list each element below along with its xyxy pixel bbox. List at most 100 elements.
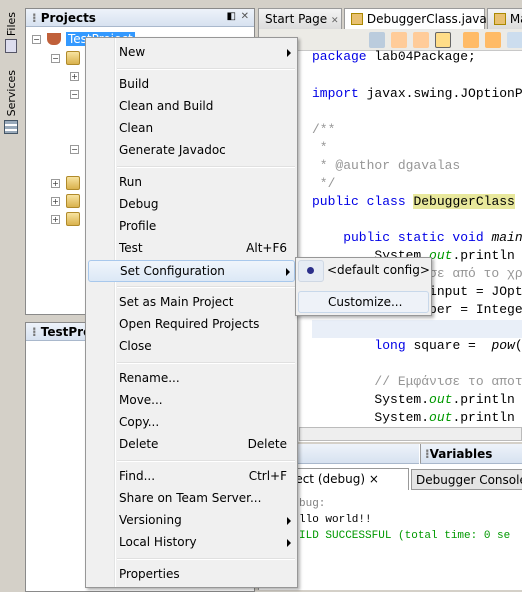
code-line: * @author dgavalas <box>312 157 460 175</box>
tab-main[interactable]: Ma <box>487 8 522 29</box>
close-icon[interactable]: ✕ <box>331 16 339 26</box>
menu-item-profile[interactable]: Profile <box>88 216 295 238</box>
menu-item-delete[interactable]: Delete Delete <box>88 434 295 456</box>
editor-tabs: Start Page ✕ DebuggerClass.java ✕ Ma <box>258 8 522 29</box>
menu-item-label: Find... <box>119 469 156 483</box>
code-token: * @author dgavalas <box>312 158 461 173</box>
code-line: /** <box>312 121 335 139</box>
tab-label: Debugger Console <box>416 473 522 487</box>
menu-separator <box>117 166 295 168</box>
code-token: * <box>312 140 328 155</box>
expand-toggle[interactable]: + <box>51 179 60 188</box>
horizontal-scrollbar[interactable] <box>299 427 522 441</box>
menu-item-move[interactable]: Move... <box>88 390 295 412</box>
output-line: ILD SUCCESSFUL (total time: 0 se <box>299 530 511 542</box>
menu-item-customize[interactable]: Customize... <box>298 291 429 313</box>
tab-start-page[interactable]: Start Page ✕ <box>258 8 342 29</box>
code-token: package <box>312 49 367 64</box>
menu-item-run[interactable]: Run <box>88 172 295 194</box>
projects-header: ⁝ Projects ◧ ✕ <box>26 9 254 27</box>
menu-item-label: Copy... <box>119 415 160 429</box>
next-bookmark-icon[interactable] <box>485 32 501 48</box>
menu-separator <box>117 558 295 560</box>
toggle-highlight-icon[interactable] <box>435 32 451 48</box>
collapse-toggle[interactable]: − <box>32 35 41 44</box>
output-line: bug: <box>299 498 326 510</box>
code-token: javax.swing.JOptionP <box>366 86 522 101</box>
variables-panel-header[interactable]: ⁝Variables <box>420 444 522 464</box>
code-token: .println <box>452 410 515 425</box>
current-line-highlight <box>312 320 522 338</box>
menu-item-open-required-projects[interactable]: Open Required Projects <box>88 314 295 336</box>
menu-item-share-on-team-server[interactable]: Share on Team Server... <box>88 488 295 510</box>
services-tab[interactable]: Services <box>0 70 24 135</box>
menu-item-label: Set Configuration <box>120 264 225 278</box>
menu-item-generate-javadoc[interactable]: Generate Javadoc <box>88 140 295 162</box>
collapse-toggle[interactable]: − <box>70 90 79 99</box>
close-icon[interactable]: × <box>369 472 379 486</box>
menu-item-build[interactable]: Build <box>88 74 295 96</box>
menu-item-local-history[interactable]: Local History <box>88 532 295 554</box>
close-icon[interactable]: ✕ <box>241 11 249 22</box>
submenu-arrow-icon <box>287 49 291 57</box>
menu-separator <box>117 460 295 462</box>
find-icon[interactable] <box>369 32 385 48</box>
code-token: main <box>491 230 522 245</box>
services-label: Services <box>5 70 18 117</box>
shift-icon[interactable] <box>507 32 522 48</box>
code-token: pow <box>491 338 515 353</box>
code-token: .println <box>452 248 515 263</box>
menu-item-set-configuration[interactable]: Set Configuration <box>88 260 295 282</box>
menu-item-label: Share on Team Server... <box>119 491 262 505</box>
collapse-toggle[interactable]: − <box>51 54 60 63</box>
menu-item-label: Open Required Projects <box>119 317 260 331</box>
folder-icon <box>66 51 80 65</box>
tab-debugger-console[interactable]: Debugger Console × <box>411 469 522 490</box>
code-token: public class <box>312 194 406 209</box>
code-line: System.out.println <box>312 391 514 409</box>
menu-item-debug[interactable]: Debug <box>88 194 295 216</box>
submenu-arrow-icon <box>287 539 291 547</box>
previous-occurrence-icon[interactable] <box>391 32 407 48</box>
minimize-icon[interactable]: ◧ <box>227 11 236 22</box>
menu-item-copy[interactable]: Copy... <box>88 412 295 434</box>
menu-item-clean[interactable]: Clean <box>88 118 295 140</box>
radio-dot-icon <box>307 267 314 274</box>
shortcut-label: Alt+F6 <box>246 241 287 255</box>
menu-item-label: Close <box>119 339 152 353</box>
menu-item-set-as-main-project[interactable]: Set as Main Project <box>88 292 295 314</box>
menu-item-label: Debug <box>119 197 159 211</box>
code-token: DebuggerClass <box>413 194 515 209</box>
code-token: */ <box>312 176 336 191</box>
menu-item-label: Set as Main Project <box>119 295 234 309</box>
previous-bookmark-icon[interactable] <box>463 32 479 48</box>
code-token: lab04Package; <box>374 49 476 64</box>
files-tab[interactable]: Files <box>0 12 24 54</box>
menu-item-rename[interactable]: Rename... <box>88 368 295 390</box>
menu-item-find[interactable]: Find... Ctrl+F <box>88 466 295 488</box>
tab-label: DebuggerClass.java <box>366 12 487 26</box>
expand-toggle[interactable]: + <box>51 197 60 206</box>
tab-debuggerclass[interactable]: DebuggerClass.java ✕ <box>344 8 498 29</box>
expand-toggle[interactable]: + <box>70 72 79 81</box>
menu-item-default-config[interactable]: <default config> <box>327 263 430 277</box>
tab-label: Ma <box>509 12 522 26</box>
menu-item-label: Move... <box>119 393 163 407</box>
code-line: import javax.swing.JOptionP <box>312 85 522 103</box>
menu-item-new[interactable]: New <box>88 42 295 64</box>
files-label: Files <box>5 12 18 37</box>
menu-item-label: Profile <box>119 219 157 233</box>
code-line: public static void main <box>312 229 522 247</box>
code-token: out <box>429 410 453 425</box>
menu-item-test[interactable]: Test Alt+F6 <box>88 238 295 260</box>
output-line: llo world!! <box>299 514 372 526</box>
expand-toggle[interactable]: + <box>51 215 60 224</box>
menu-item-versioning[interactable]: Versioning <box>88 510 295 532</box>
variables-title: Variables <box>429 447 493 461</box>
shortcut-label: Delete <box>247 437 287 451</box>
menu-item-properties[interactable]: Properties <box>88 564 295 586</box>
collapse-toggle[interactable]: − <box>70 145 79 154</box>
menu-item-close[interactable]: Close <box>88 336 295 358</box>
menu-item-clean-and-build[interactable]: Clean and Build <box>88 96 295 118</box>
next-occurrence-icon[interactable] <box>413 32 429 48</box>
